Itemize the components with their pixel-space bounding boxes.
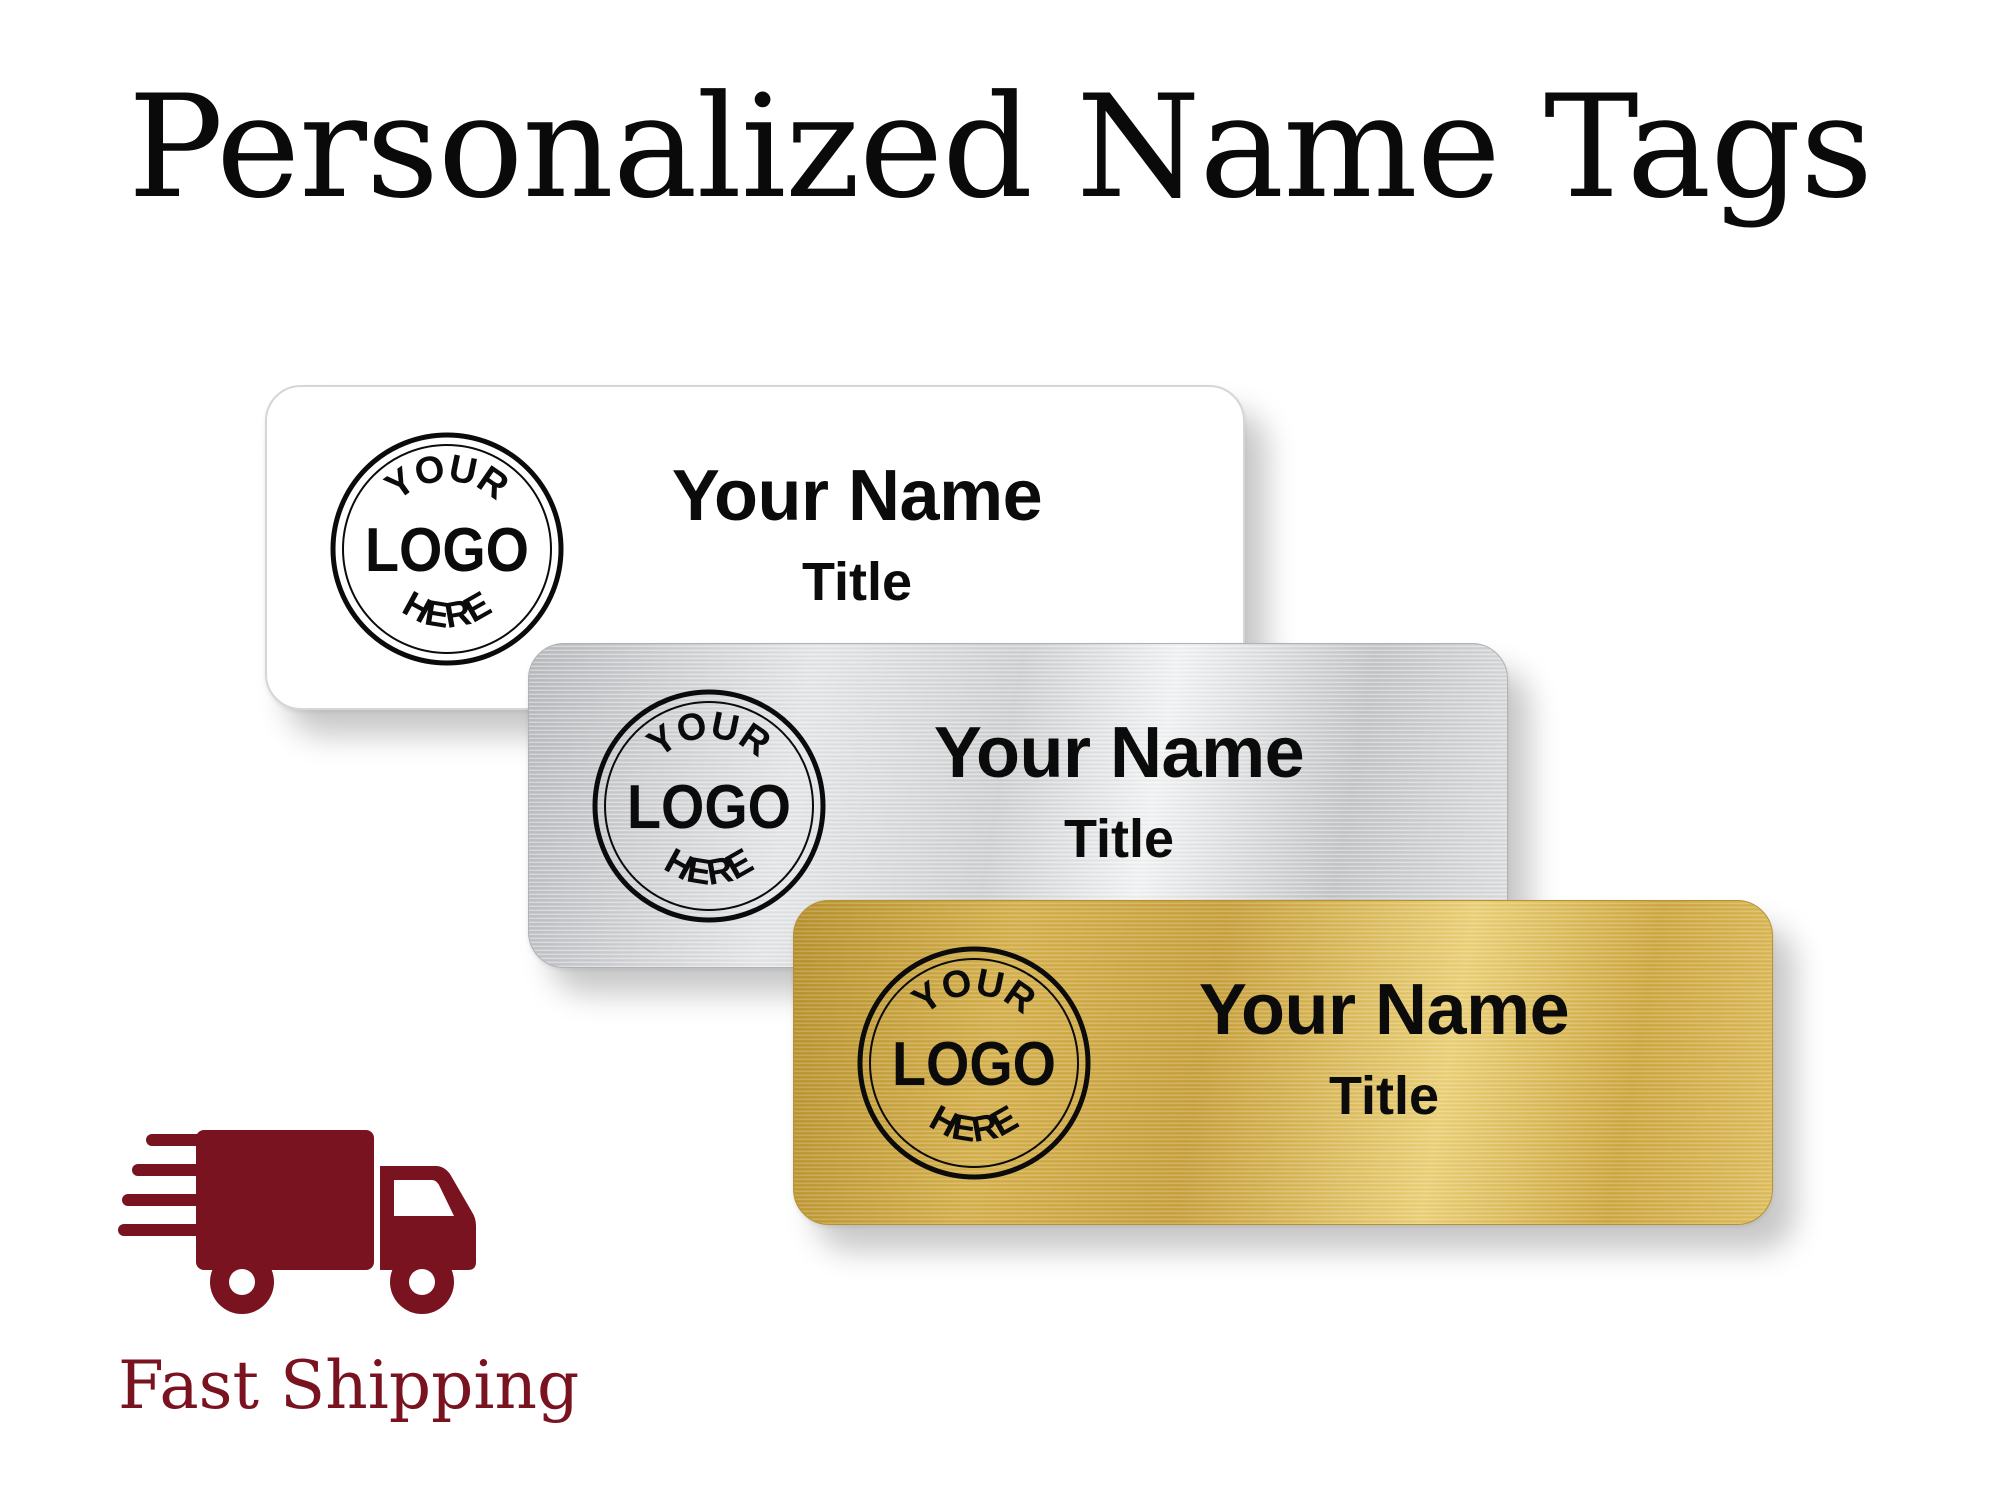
logo-middle-text: LOGO <box>892 1030 1056 1099</box>
fast-shipping-label: Fast Shipping <box>118 1347 580 1424</box>
tag-title: Title <box>1063 809 1175 870</box>
tag-text-block: Your Name Title <box>647 456 1067 615</box>
tag-title: Title <box>1328 1066 1440 1127</box>
tag-text-block: Your Name Title <box>1174 970 1594 1129</box>
logo-middle-text: LOGO <box>627 773 791 842</box>
tag-text-block: Your Name Title <box>909 713 1329 872</box>
logo-bottom-text: HERE <box>658 840 759 893</box>
svg-text:HERE: HERE <box>396 583 497 636</box>
svg-text:HERE: HERE <box>923 1097 1024 1150</box>
tag-name: Your Name <box>933 713 1305 793</box>
logo-badge-icon: YOUR LOGO HERE <box>592 689 826 923</box>
tag-name: Your Name <box>671 456 1043 536</box>
logo-badge-icon: YOUR LOGO HERE <box>330 432 564 666</box>
logo-placeholder-badge: YOUR LOGO HERE <box>591 688 827 924</box>
delivery-truck-icon <box>118 1130 478 1315</box>
logo-bottom-text: HERE <box>923 1097 1024 1150</box>
name-tag-gold: YOUR LOGO HERE Your Name Title <box>793 900 1773 1225</box>
logo-badge-icon: YOUR LOGO HERE <box>857 946 1091 1180</box>
tag-title: Title <box>801 552 913 613</box>
logo-bottom-text: HERE <box>396 583 497 636</box>
logo-placeholder-badge: YOUR LOGO HERE <box>856 945 1092 1181</box>
tag-name: Your Name <box>1198 970 1570 1050</box>
logo-middle-text: LOGO <box>365 516 529 585</box>
logo-placeholder-badge: YOUR LOGO HERE <box>329 431 565 667</box>
svg-text:HERE: HERE <box>658 840 759 893</box>
page-title: Personalized Name Tags <box>127 65 1873 230</box>
